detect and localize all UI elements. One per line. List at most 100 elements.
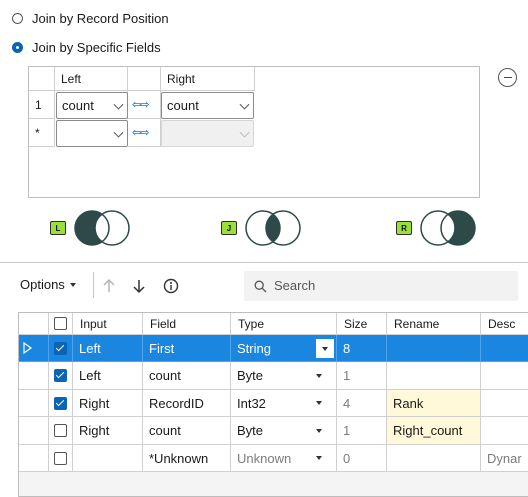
description-cell[interactable] <box>481 362 528 390</box>
rename-cell[interactable] <box>387 362 481 390</box>
description-cell[interactable] <box>481 335 528 362</box>
include-checkbox-cell <box>49 362 73 390</box>
move-up-icon[interactable] <box>102 278 116 294</box>
grid-corner <box>29 67 55 91</box>
input-cell[interactable]: Left <box>73 362 143 390</box>
search-icon <box>254 280 267 293</box>
rename-cell[interactable]: Right_count <box>387 417 481 445</box>
type-dropdown[interactable]: Byte <box>231 417 337 445</box>
join-by-fields-option[interactable]: Join by Specific Fields <box>12 38 161 56</box>
right-field-value: count <box>167 98 199 113</box>
row-indicator <box>19 445 49 472</box>
join-by-position-label: Join by Record Position <box>32 10 169 26</box>
chevron-down-icon <box>239 127 250 138</box>
caret-down-icon[interactable] <box>316 401 322 405</box>
remove-row-icon[interactable] <box>498 68 517 87</box>
include-checkbox[interactable] <box>54 396 67 410</box>
chevron-down-icon <box>239 99 250 110</box>
type-dropdown[interactable]: Int32 <box>231 390 337 417</box>
radio-checked[interactable] <box>12 41 23 53</box>
row-indicator <box>19 362 49 390</box>
field-cell[interactable]: RecordID <box>143 390 231 417</box>
size-cell[interactable]: 8 <box>337 335 387 362</box>
header-description[interactable]: Desc <box>481 313 528 335</box>
inner-join-venn-icon[interactable] <box>241 208 309 248</box>
caret-down-icon[interactable] <box>316 373 322 378</box>
header-input[interactable]: Input <box>73 313 143 335</box>
select-all-checkbox-cell <box>49 313 73 335</box>
size-cell[interactable]: 1 <box>337 417 387 445</box>
join-by-fields-label: Join by Specific Fields <box>32 39 161 55</box>
include-checkbox-cell <box>49 390 73 417</box>
include-checkbox-cell <box>49 335 73 362</box>
header-size[interactable]: Size <box>337 313 387 335</box>
caret-down-icon[interactable] <box>316 456 322 460</box>
type-value: Byte <box>237 423 264 438</box>
description-cell[interactable] <box>481 390 528 417</box>
header-field[interactable]: Field <box>143 313 231 335</box>
description-value: Dynar <box>487 450 522 466</box>
chevron-down-icon <box>113 99 124 110</box>
row-indicator-header <box>19 313 49 335</box>
input-cell[interactable]: Right <box>73 417 143 445</box>
input-cell[interactable]: Right <box>73 390 143 417</box>
field-cell[interactable]: First <box>143 335 231 362</box>
right-join-venn-icon[interactable] <box>416 208 484 248</box>
type-dropdown[interactable]: String <box>231 335 337 362</box>
options-label: Options <box>20 277 65 292</box>
type-dropdown[interactable]: Unknown <box>231 445 337 472</box>
options-menu-button[interactable]: Options <box>20 277 76 292</box>
include-checkbox[interactable] <box>54 341 67 355</box>
rename-cell[interactable]: Rank <box>387 390 481 417</box>
row-number: 1 <box>29 91 55 119</box>
input-cell[interactable] <box>73 445 143 472</box>
size-value: 0 <box>343 450 351 466</box>
rename-cell[interactable] <box>387 445 481 472</box>
type-value: Unknown <box>237 450 292 466</box>
size-cell[interactable]: 1 <box>337 362 387 390</box>
caret-down-icon[interactable] <box>316 428 322 433</box>
field-cell[interactable]: count <box>143 362 231 390</box>
include-checkbox[interactable] <box>54 451 67 465</box>
select-all-checkbox[interactable] <box>54 317 67 330</box>
type-value: String <box>237 340 271 356</box>
include-checkbox[interactable] <box>54 424 67 437</box>
caret-down-icon <box>322 346 328 351</box>
left-join-venn-icon[interactable] <box>70 208 138 248</box>
rename-cell[interactable] <box>387 335 481 362</box>
description-cell[interactable] <box>481 417 528 445</box>
field-cell[interactable]: *Unknown <box>143 445 231 472</box>
field-cell[interactable]: count <box>143 417 231 445</box>
right-anchor-tag: R <box>396 221 412 235</box>
type-value: Byte <box>237 368 264 383</box>
fields-table: Input Field Type Size Rename Desc Left F… <box>18 312 528 497</box>
radio-unchecked[interactable] <box>12 12 23 24</box>
size-cell[interactable]: 4 <box>337 390 387 417</box>
join-fields-grid: Left Right 1 count ⇦⇨ count * ⇦⇨ <box>28 66 480 198</box>
join-anchor-tag: J <box>221 221 237 235</box>
input-cell[interactable]: Left <box>73 335 143 362</box>
info-icon[interactable] <box>163 278 179 294</box>
right-field-dropdown-new <box>161 120 254 147</box>
search-input[interactable]: Search <box>244 271 518 301</box>
header-rename[interactable]: Rename <box>387 313 481 335</box>
description-cell[interactable]: Dynar <box>481 445 528 472</box>
row-indicator <box>19 390 49 417</box>
size-value: 1 <box>343 423 351 438</box>
type-dropdown-button[interactable] <box>316 339 334 358</box>
swap-arrows-icon[interactable]: ⇦⇨ <box>132 98 149 111</box>
include-checkbox[interactable] <box>54 369 67 382</box>
size-value: 1 <box>343 368 351 383</box>
left-field-dropdown[interactable]: count <box>56 92 128 119</box>
move-down-icon[interactable] <box>132 278 146 294</box>
right-field-dropdown[interactable]: count <box>161 92 254 119</box>
type-dropdown[interactable]: Byte <box>231 362 337 390</box>
type-value: Int32 <box>237 395 266 411</box>
header-type[interactable]: Type <box>231 313 337 335</box>
include-checkbox-cell <box>49 417 73 445</box>
left-field-dropdown-new[interactable] <box>56 120 128 147</box>
swap-arrows-icon[interactable]: ⇦⇨ <box>132 126 149 139</box>
size-cell[interactable]: 0 <box>337 445 387 472</box>
join-by-position-option[interactable]: Join by Record Position <box>12 9 169 27</box>
section-divider <box>0 262 528 263</box>
